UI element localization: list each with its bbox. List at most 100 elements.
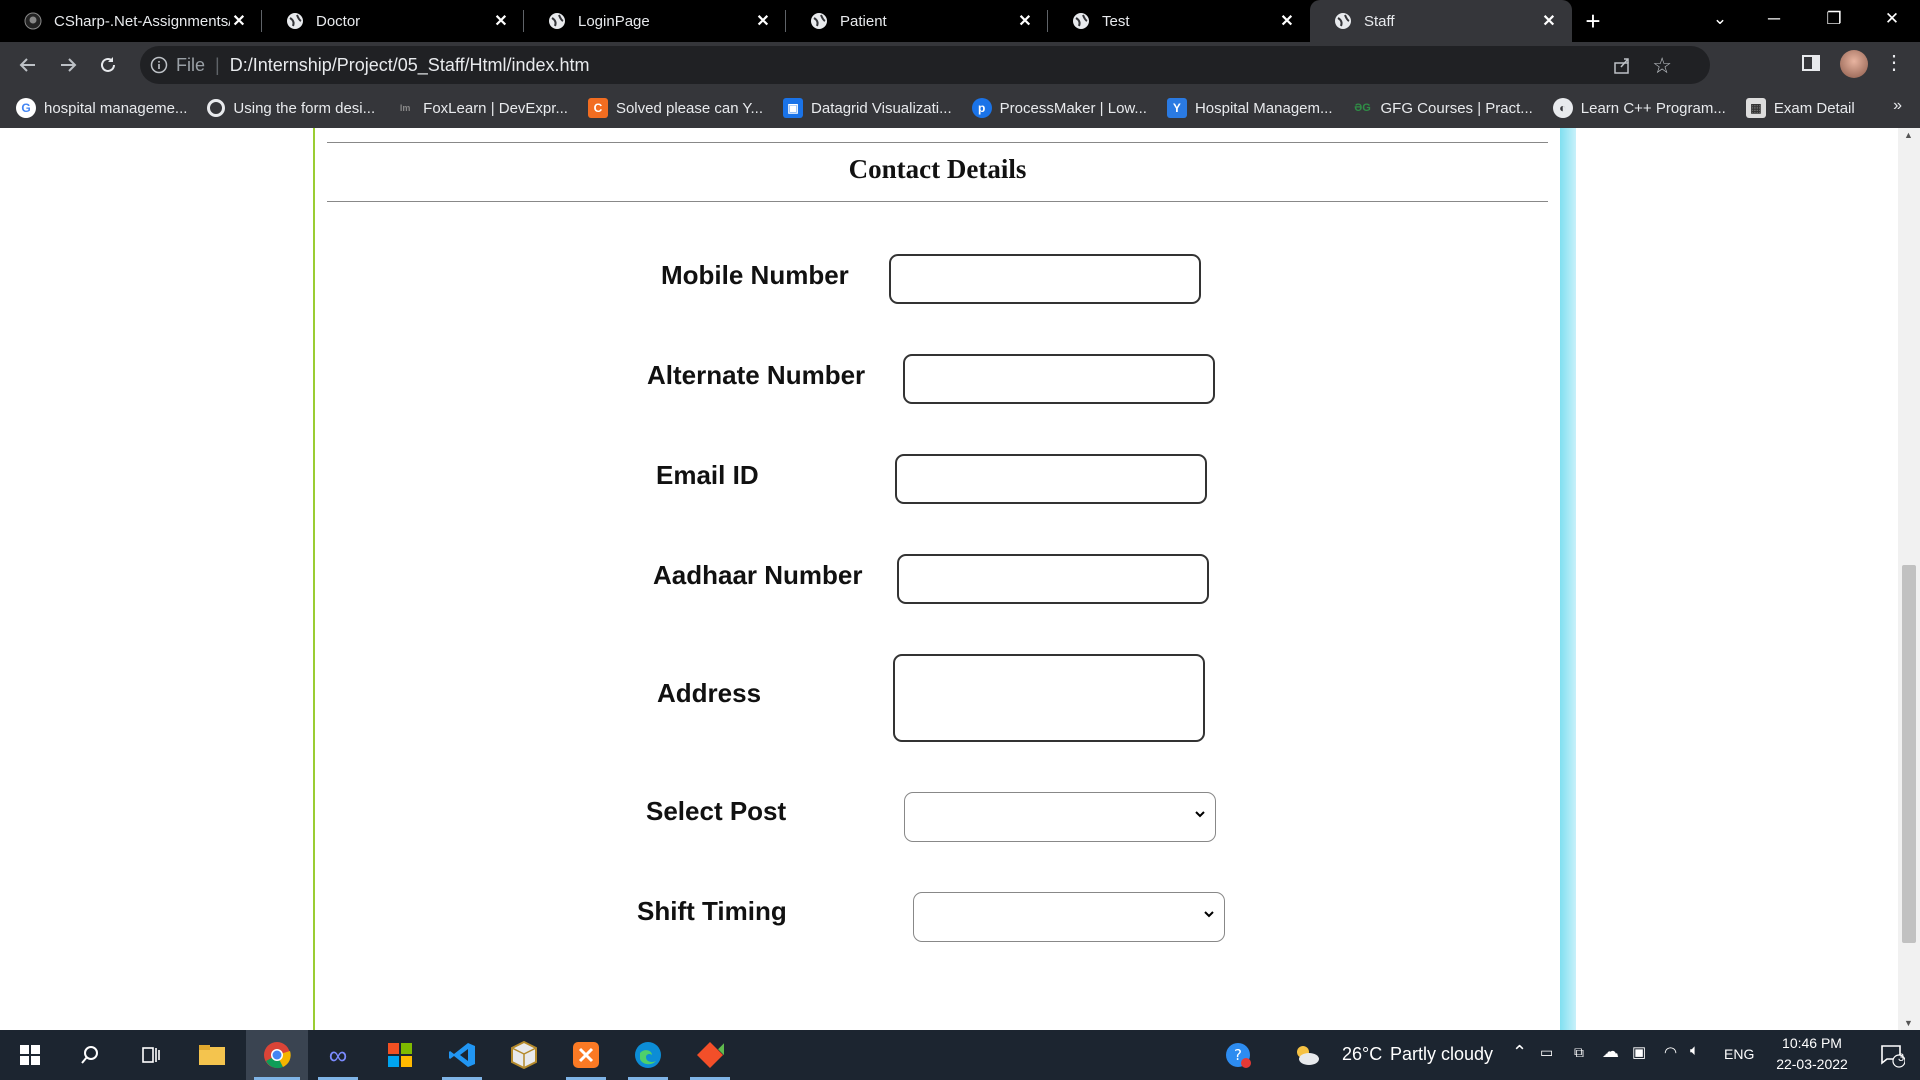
help-icon[interactable]: ? <box>1210 1030 1266 1080</box>
clock-date[interactable]: 22-03-2022 <box>1766 1056 1858 1072</box>
close-icon[interactable]: ✕ <box>1540 11 1558 31</box>
bookmark-item[interactable]: G hospital manageme... <box>16 98 187 118</box>
weather-partly-cloudy-icon[interactable] <box>1292 1030 1322 1080</box>
info-icon[interactable] <box>150 56 168 74</box>
select-post-dropdown[interactable] <box>904 792 1216 842</box>
address-textarea[interactable] <box>893 654 1205 742</box>
shift-timing-dropdown[interactable] <box>913 892 1225 942</box>
tab-loginpage[interactable]: LoginPage ✕ <box>524 0 786 42</box>
reload-icon[interactable] <box>88 45 128 85</box>
xampp-icon[interactable] <box>558 1030 614 1080</box>
input-language[interactable]: ENG <box>1724 1046 1754 1062</box>
bookmark-label: FoxLearn | DevExpr... <box>423 99 568 117</box>
notification-count: 3 <box>1898 1052 1905 1064</box>
bookmark-item[interactable]: C Solved please can Y... <box>587 98 764 118</box>
close-icon[interactable]: ✕ <box>1016 11 1034 31</box>
gfg-icon: ƏG <box>1354 102 1371 114</box>
bookmark-item[interactable]: lm FoxLearn | DevExpr... <box>395 98 568 118</box>
bookmark-item[interactable]: p ProcessMaker | Low... <box>971 98 1147 118</box>
bookmark-item[interactable]: ◐ Learn C++ Program... <box>1552 98 1726 118</box>
bookmark-label: Solved please can Y... <box>615 99 764 117</box>
vertical-scrollbar[interactable]: ▲ ▼ <box>1898 128 1920 1030</box>
url-divider: | <box>215 54 220 75</box>
bookmark-item[interactable]: Y Hospital Managem... <box>1166 98 1333 118</box>
bookmark-item[interactable]: ▦ Exam Detail <box>1745 98 1855 118</box>
left-border <box>313 128 315 1030</box>
url-text[interactable]: D:/Internship/Project/05_Staff/Html/inde… <box>230 55 590 76</box>
wifi-icon[interactable]: ◠ <box>1664 1043 1677 1061</box>
clock-time[interactable]: 10:46 PM <box>1772 1035 1852 1051</box>
minimize-icon[interactable]: ─ <box>1746 0 1802 38</box>
bookmarks-overflow-button[interactable]: » <box>1893 97 1902 115</box>
address-bar[interactable]: File | D:/Internship/Project/05_Staff/Ht… <box>140 46 1710 84</box>
menu-kebab-icon[interactable]: ⋮ <box>1884 50 1904 75</box>
onedrive-cloud-icon[interactable]: ☁ <box>1602 1042 1619 1062</box>
globe-icon <box>1073 13 1089 29</box>
chrome-icon[interactable] <box>246 1030 308 1080</box>
aadhaar-number-input[interactable] <box>897 554 1209 604</box>
new-tab-button[interactable]: + <box>1572 0 1614 42</box>
tab-title: Doctor <box>316 12 361 30</box>
back-icon[interactable] <box>8 45 48 85</box>
tab-patient[interactable]: Patient ✕ <box>786 0 1048 42</box>
right-border <box>1560 128 1576 1030</box>
file-explorer-icon[interactable] <box>184 1030 240 1080</box>
tab-doctor[interactable]: Doctor ✕ <box>262 0 524 42</box>
infinity-app-icon[interactable]: ∞ <box>310 1030 366 1080</box>
office-apps-icon[interactable] <box>372 1030 428 1080</box>
scrollbar-thumb[interactable] <box>1902 565 1916 943</box>
close-icon[interactable]: ✕ <box>1278 11 1296 31</box>
scroll-up-icon[interactable]: ▲ <box>1904 130 1913 140</box>
exam-icon: ▦ <box>1745 98 1766 118</box>
tab-csharp-assignments[interactable]: CSharp-.Net-Assignments/ ✕ <box>0 0 262 42</box>
task-view-icon[interactable] <box>122 1030 178 1080</box>
close-icon[interactable]: ✕ <box>230 11 248 31</box>
github-icon <box>24 12 42 30</box>
tab-test[interactable]: Test ✕ <box>1048 0 1310 42</box>
share-icon[interactable] <box>1612 55 1632 80</box>
circle-logo-icon <box>207 99 226 117</box>
bookmark-item[interactable]: ▣ Datagrid Visualizati... <box>783 98 952 118</box>
edge-icon[interactable] <box>620 1030 676 1080</box>
tray-expand-icon[interactable]: ⌃ <box>1512 1042 1527 1063</box>
close-icon[interactable]: ✕ <box>492 11 510 31</box>
weather-temperature[interactable]: 26°C <box>1342 1044 1382 1065</box>
address-label: Address <box>657 678 762 708</box>
bookmark-item[interactable]: Using the form desi... <box>207 99 375 117</box>
weather-condition[interactable]: Partly cloudy <box>1390 1044 1493 1065</box>
battery-icon[interactable]: ▭ <box>1540 1044 1553 1061</box>
bookmark-star-icon[interactable]: ☆ <box>1652 53 1672 79</box>
volume-icon[interactable]: 🔈︎ <box>1690 1042 1699 1059</box>
bookmark-item[interactable]: ƏG GFG Courses | Pract... <box>1353 98 1533 118</box>
tab-staff[interactable]: Staff ✕ <box>1310 0 1572 42</box>
side-panel-icon[interactable] <box>1801 53 1821 78</box>
profile-avatar[interactable] <box>1840 50 1868 78</box>
bookmark-label: hospital manageme... <box>44 99 188 117</box>
windows-start-icon[interactable] <box>2 1030 58 1080</box>
globe-icon <box>549 13 565 29</box>
alternate-number-input[interactable] <box>903 354 1215 404</box>
git-tool-icon[interactable] <box>682 1030 738 1080</box>
processmaker-icon: p <box>971 98 992 118</box>
search-icon[interactable] <box>62 1030 118 1080</box>
scroll-down-icon[interactable]: ▼ <box>1904 1018 1913 1028</box>
display-icon[interactable]: ▣ <box>1632 1043 1646 1061</box>
tab-search-icon[interactable]: ⌄ <box>1692 0 1748 38</box>
window-close-icon[interactable]: ✕ <box>1864 0 1920 38</box>
tab-title: CSharp-.Net-Assignments/ <box>54 12 230 30</box>
restore-icon[interactable]: ❐ <box>1806 0 1862 38</box>
cube-app-icon[interactable] <box>496 1030 552 1080</box>
close-icon[interactable]: ✕ <box>754 11 772 31</box>
notifications-icon[interactable]: 3 <box>1864 1030 1920 1080</box>
vscode-icon[interactable] <box>434 1030 490 1080</box>
vk-icon: Y <box>1166 98 1187 118</box>
tab-title: Staff <box>1364 12 1395 30</box>
email-id-input[interactable] <box>895 454 1207 504</box>
bookmark-label: Learn C++ Program... <box>1580 99 1726 117</box>
page-content: Contact Details Mobile Number Alternate … <box>0 128 1920 1030</box>
meet-now-icon[interactable]: ⧉ <box>1574 1044 1584 1061</box>
globe-icon: ◐ <box>1552 98 1573 118</box>
mobile-number-input[interactable] <box>889 254 1201 304</box>
forward-icon[interactable] <box>48 45 88 85</box>
chevron-down-icon <box>1204 911 1214 918</box>
